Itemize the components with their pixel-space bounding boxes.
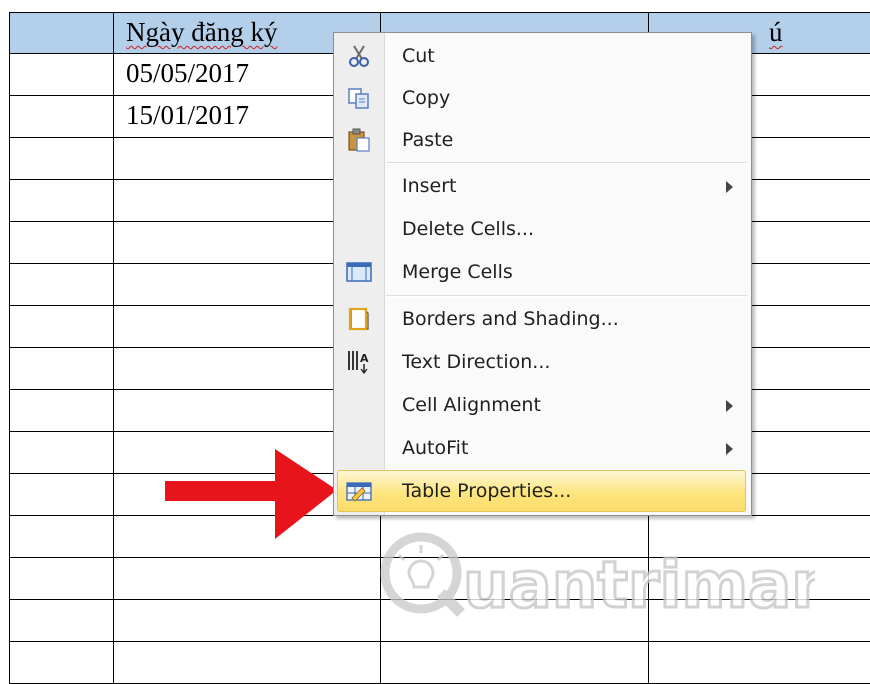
menu-item-borders-and-shading[interactable]: Borders and Shading... (334, 299, 749, 339)
table-cell[interactable] (10, 13, 114, 54)
header-text: Ngày đăng ký (126, 17, 277, 47)
submenu-arrow-icon (726, 400, 733, 412)
scissors-icon (346, 44, 372, 68)
menu-item-text-direction[interactable]: A Text Direction... (334, 342, 749, 382)
menu-item-autofit[interactable]: AutoFit (334, 428, 749, 468)
menu-item-cell-alignment[interactable]: Cell Alignment (334, 385, 749, 425)
menu-item-label: Copy (402, 87, 450, 109)
menu-separator (386, 162, 747, 164)
table-properties-icon (346, 479, 372, 503)
menu-item-label: Delete Cells... (402, 218, 534, 240)
borders-icon (346, 307, 372, 331)
menu-item-table-properties[interactable]: Table Properties... (337, 470, 746, 512)
quantrimang-watermark: uantrimang (375, 525, 815, 620)
context-menu: Cut Copy Paste Insert Delete Cells... (333, 32, 752, 516)
menu-item-label: AutoFit (402, 437, 468, 459)
submenu-arrow-icon (726, 181, 733, 193)
merge-cells-icon (346, 260, 372, 284)
header-text: ú (769, 17, 783, 47)
watermark-text: uantrimang (463, 549, 815, 620)
menu-item-label: Paste (402, 129, 453, 151)
menu-item-label: Text Direction... (402, 351, 550, 373)
menu-item-copy[interactable]: Copy (334, 78, 749, 118)
submenu-arrow-icon (726, 443, 733, 455)
menu-item-label: Borders and Shading... (402, 308, 619, 330)
menu-item-merge-cells[interactable]: Merge Cells (334, 252, 749, 292)
menu-item-label: Insert (402, 175, 457, 197)
menu-item-label: Cut (402, 45, 435, 67)
red-pointer-arrow-icon (165, 443, 345, 543)
menu-item-cut[interactable]: Cut (334, 36, 749, 76)
table-row (10, 642, 870, 684)
text-direction-icon: A (346, 350, 372, 374)
svg-text:A: A (360, 352, 369, 365)
menu-separator (386, 295, 747, 297)
menu-item-insert[interactable]: Insert (334, 166, 749, 206)
menu-item-paste[interactable]: Paste (334, 120, 749, 160)
copy-icon (346, 86, 372, 110)
menu-item-delete-cells[interactable]: Delete Cells... (334, 209, 749, 249)
paste-icon (346, 128, 372, 152)
menu-item-label: Merge Cells (402, 261, 513, 283)
menu-item-label: Table Properties... (402, 480, 571, 502)
menu-item-label: Cell Alignment (402, 394, 541, 416)
